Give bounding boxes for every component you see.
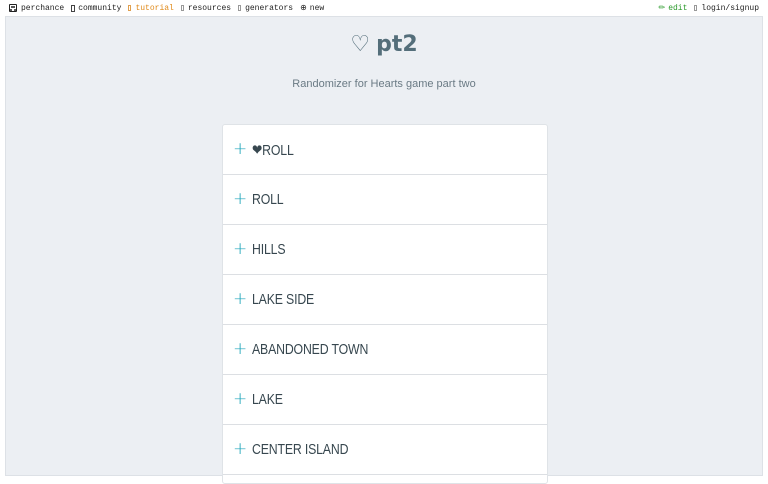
expand-plus-icon: +: [233, 389, 248, 409]
pencil-icon: ✏: [658, 4, 666, 13]
accordion-item[interactable]: + ABANDONED TOWN: [223, 325, 547, 375]
accordion-item-label: ❤ROLL: [252, 141, 294, 159]
accordion-item[interactable]: + LAKE SIDE: [223, 275, 547, 325]
expand-plus-icon: +: [233, 289, 248, 309]
nav-tutorial[interactable]: tutorial: [128, 3, 174, 13]
login-icon: [694, 5, 698, 11]
nav-perchance[interactable]: perchance: [9, 4, 64, 13]
expand-plus-icon: +: [233, 139, 248, 159]
page-subtitle: Randomizer for Hearts game part two: [292, 78, 476, 90]
nav-generators[interactable]: generators: [238, 4, 293, 13]
nav-community[interactable]: community: [71, 4, 121, 13]
resources-icon: [180, 5, 184, 11]
nav-login[interactable]: login/signup: [694, 4, 759, 13]
nav-community-label: community: [78, 3, 122, 13]
page-title-text: pt2: [376, 32, 418, 57]
nav-resources-label: resources: [187, 3, 232, 13]
expand-plus-icon: +: [233, 239, 248, 259]
nav-new[interactable]: ⊕ new: [300, 3, 325, 14]
accordion-item[interactable]: + HILLS: [223, 225, 547, 275]
accordion-item-label: LAKE: [252, 391, 283, 408]
expand-plus-icon: +: [233, 339, 248, 359]
accordion-item[interactable]: + ROLL: [223, 175, 547, 225]
top-nav-bar: perchance community tutorial resources g…: [0, 0, 768, 17]
generator-output-frame: ♡ pt2 Randomizer for Hearts game part two…: [5, 16, 763, 484]
accordion-item-label: LAKE SIDE: [252, 291, 315, 308]
accordion-item-label: HILLS: [252, 241, 286, 258]
nav-perchance-label: perchance: [21, 3, 65, 13]
tutorial-icon: [128, 5, 132, 11]
community-icon: [71, 4, 76, 12]
page-title: ♡ pt2: [6, 32, 762, 57]
nav-resources[interactable]: resources: [180, 3, 232, 13]
accordion-item[interactable]: + ❤ROLL: [223, 125, 547, 175]
dice-icon: [9, 4, 17, 12]
generators-icon: [238, 5, 242, 11]
new-plus-icon: ⊕: [300, 4, 307, 13]
accordion-item-label: ABANDONED TOWN: [252, 341, 369, 358]
nav-new-label: new: [309, 3, 325, 13]
accordion-item[interactable]: + CENTER ISLAND: [223, 425, 547, 475]
top-nav-right: ✏ edit login/signup: [658, 3, 759, 14]
accordion-item-label: ROLL: [252, 191, 284, 208]
accordion-item[interactable]: + LAKE: [223, 375, 547, 425]
nav-login-label: login/signup: [701, 3, 759, 13]
accordion-list: + ❤ROLL + ROLL + HILLS + LAKE SIDE + ABA…: [222, 124, 548, 484]
nav-tutorial-label: tutorial: [135, 3, 174, 13]
nav-generators-label: generators: [245, 3, 294, 13]
nav-edit-label: edit: [668, 3, 688, 13]
top-nav-left: perchance community tutorial resources g…: [9, 3, 331, 13]
nav-edit[interactable]: ✏ edit: [658, 3, 688, 14]
accordion-item-label: CENTER ISLAND: [252, 441, 349, 458]
heart-outline-icon: ♡: [350, 32, 371, 57]
expand-plus-icon: +: [233, 189, 248, 209]
expand-plus-icon: +: [233, 439, 248, 459]
